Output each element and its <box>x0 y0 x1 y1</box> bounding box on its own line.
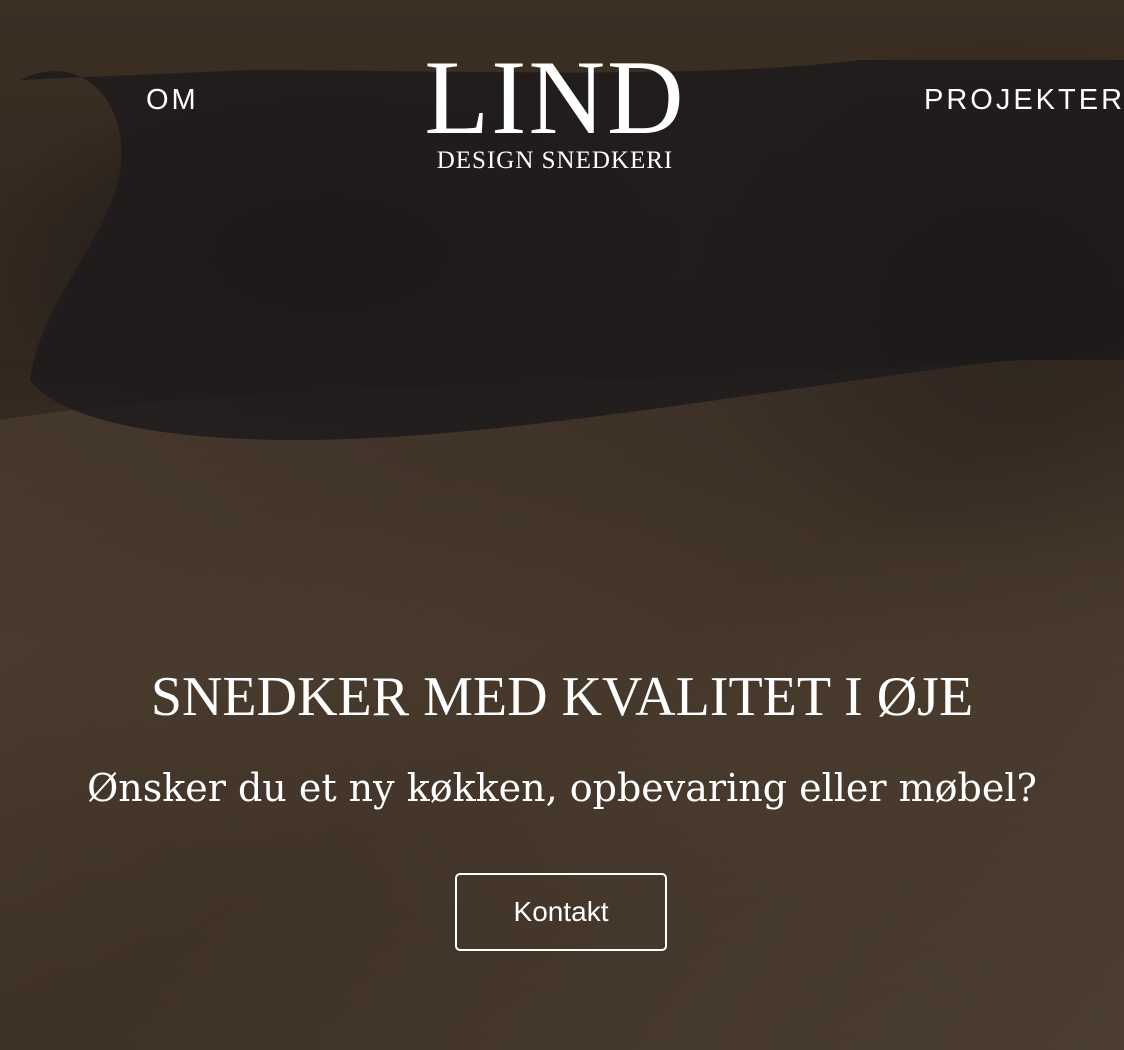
nav-link-om[interactable]: OM <box>146 86 199 115</box>
hero-subheadline: Ønsker du et ny køkken, opbevaring eller… <box>87 766 1037 810</box>
nav-link-projekter[interactable]: PROJEKTER <box>924 86 1124 115</box>
contact-button[interactable]: Kontakt <box>455 873 667 951</box>
logo-tagline: DESIGN SNEDKERI <box>436 147 674 174</box>
site-logo[interactable]: LIND DESIGN SNEDKERI <box>400 39 710 174</box>
hero-headline: SNEDKER MED KVALITET I ØJE <box>150 666 974 728</box>
logo-wordmark: LIND <box>424 39 686 156</box>
hero-section: OM LIND DESIGN SNEDKERI PROJEKTER SNEDKE… <box>0 0 1124 1050</box>
